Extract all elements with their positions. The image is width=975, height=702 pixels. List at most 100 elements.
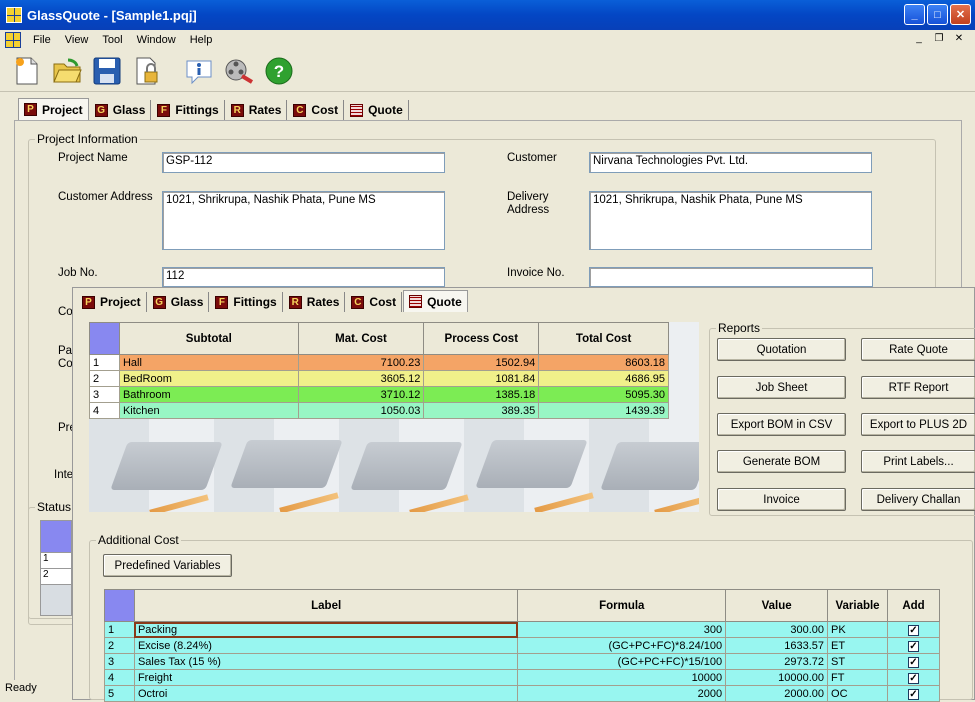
tab-letter-icon: R [288, 295, 302, 309]
label-cell[interactable]: Excise (8.24%) [133, 637, 519, 654]
customer-field[interactable]: Nirvana Technologies Pvt. Ltd. [589, 152, 872, 173]
add-checkbox[interactable]: ✓ [908, 656, 919, 668]
total-cost-cell: 4686.95 [538, 370, 669, 387]
document-icon[interactable] [5, 32, 21, 48]
project-name-field[interactable]: GSP-112 [162, 152, 445, 173]
formula-cell[interactable]: 2000 [517, 685, 727, 702]
table-row[interactable]: 4 Freight 10000 10000.00 FT ✓ [104, 669, 940, 686]
new-document-icon[interactable] [10, 54, 44, 88]
predefined-variables-button[interactable]: Predefined Variables [103, 554, 232, 577]
add-checkbox[interactable]: ✓ [908, 688, 919, 700]
column-header[interactable]: Variable [827, 589, 889, 622]
column-header[interactable]: Total Cost [538, 322, 669, 355]
print-labels-button[interactable]: Print Labels... [861, 450, 975, 473]
tab-rates[interactable]: R Rates [225, 100, 288, 120]
tab-fittings[interactable]: F Fittings [210, 292, 283, 312]
tab-quote[interactable]: Quote [403, 290, 468, 312]
table-row[interactable]: 3 Sales Tax (15 %) (GC+PC+FC)*15/100 297… [104, 653, 940, 670]
partial-label: Co [58, 358, 73, 370]
export-plus-2d-button[interactable]: Export to PLUS 2D [861, 413, 975, 436]
table-row[interactable]: 5 Octroi 2000 2000.00 OC ✓ [104, 685, 940, 702]
process-cost-cell: 1502.94 [423, 354, 540, 371]
invoice-button[interactable]: Invoice [717, 488, 846, 511]
status-grid[interactable]: 1 2 [40, 520, 72, 616]
label-cell[interactable]: Octroi [133, 685, 519, 702]
tab-glass[interactable]: G Glass [147, 292, 210, 312]
title-bar[interactable]: GlassQuote - [Sample1.pqj] _ □ ✕ [0, 0, 975, 30]
row-number: 2 [89, 370, 120, 387]
table-row[interactable]: 3 Bathroom 3710.12 1385.18 5095.30 [89, 386, 669, 403]
rtf-report-button[interactable]: RTF Report [861, 376, 975, 399]
quotation-button[interactable]: Quotation [717, 338, 846, 361]
tab-cost[interactable]: C Cost [288, 100, 345, 120]
variable-cell[interactable]: ST [827, 653, 889, 670]
job-no-field[interactable]: 112 [162, 267, 445, 287]
export-bom-csv-button[interactable]: Export BOM in CSV [717, 413, 846, 436]
maximize-button[interactable]: □ [927, 4, 948, 25]
label-cell[interactable]: Packing [133, 621, 519, 638]
label-cell[interactable]: Freight [133, 669, 519, 686]
formula-cell[interactable]: 300 [517, 621, 727, 638]
row-number: 1 [104, 621, 135, 638]
table-row[interactable]: 1 Hall 7100.23 1502.94 8603.18 [89, 354, 669, 371]
tab-project[interactable]: P Project [77, 292, 147, 312]
variable-cell[interactable]: PK [827, 621, 889, 638]
generate-bom-button[interactable]: Generate BOM [717, 450, 846, 473]
formula-cell[interactable]: 10000 [517, 669, 727, 686]
tab-glass[interactable]: G Glass [89, 100, 152, 120]
mdi-minimize-button[interactable]: _ [911, 32, 927, 46]
table-row[interactable]: 1 Packing 300 300.00 PK ✓ [104, 621, 940, 638]
tab-cost[interactable]: C Cost [346, 292, 403, 312]
variable-cell[interactable]: OC [827, 685, 889, 702]
quote-summary-table[interactable]: Subtotal Mat. Cost Process Cost Total Co… [89, 322, 669, 419]
menu-window[interactable]: Window [130, 34, 183, 46]
info-icon[interactable] [182, 54, 216, 88]
menu-view[interactable]: View [58, 34, 96, 46]
close-button[interactable]: ✕ [950, 4, 971, 25]
menu-file[interactable]: File [26, 34, 58, 46]
column-header[interactable]: Process Cost [423, 322, 540, 355]
save-disk-icon[interactable] [90, 54, 124, 88]
column-header[interactable]: Mat. Cost [297, 322, 425, 355]
job-sheet-button[interactable]: Job Sheet [717, 376, 846, 399]
value-cell: 1633.57 [725, 637, 829, 654]
tab-quote[interactable]: Quote [345, 100, 409, 120]
film-reel-icon[interactable] [222, 54, 256, 88]
variable-cell[interactable]: ET [827, 637, 889, 654]
help-icon[interactable]: ? [262, 54, 296, 88]
mat-cost-cell: 1050.03 [297, 402, 425, 419]
customer-address-field[interactable]: 1021, Shrikrupa, Nashik Phata, Pune MS [162, 191, 445, 250]
open-folder-icon[interactable] [50, 54, 84, 88]
menu-tool[interactable]: Tool [95, 34, 129, 46]
minimize-button[interactable]: _ [904, 4, 925, 25]
column-header[interactable]: Formula [517, 589, 727, 622]
delivery-challan-button[interactable]: Delivery Challan [861, 488, 975, 511]
mdi-restore-button[interactable]: ❐ [931, 32, 947, 46]
table-row[interactable]: 2 Excise (8.24%) (GC+PC+FC)*8.24/100 163… [104, 637, 940, 654]
column-header[interactable]: Add [887, 589, 940, 622]
label-cell[interactable]: Sales Tax (15 %) [133, 653, 519, 670]
formula-cell[interactable]: (GC+PC+FC)*8.24/100 [517, 637, 727, 654]
value-cell: 2000.00 [725, 685, 829, 702]
delivery-address-field[interactable]: 1021, Shrikrupa, Nashik Phata, Pune MS [589, 191, 872, 250]
menu-help[interactable]: Help [183, 34, 220, 46]
rate-quote-button[interactable]: Rate Quote [861, 338, 975, 361]
column-header[interactable]: Value [725, 589, 829, 622]
table-row[interactable]: 2 BedRoom 3605.12 1081.84 4686.95 [89, 370, 669, 387]
variable-cell[interactable]: FT [827, 669, 889, 686]
lock-file-icon[interactable] [130, 54, 164, 88]
tab-rates[interactable]: R Rates [283, 292, 346, 312]
tab-fittings[interactable]: F Fittings [152, 100, 225, 120]
column-header[interactable]: Subtotal [118, 322, 299, 355]
additional-cost-table[interactable]: Label Formula Value Variable Add 1 Packi… [104, 589, 940, 702]
add-checkbox[interactable]: ✓ [908, 672, 919, 684]
add-checkbox[interactable]: ✓ [908, 640, 919, 652]
invoice-no-field[interactable] [589, 267, 873, 287]
formula-cell[interactable]: (GC+PC+FC)*15/100 [517, 653, 727, 670]
tab-project[interactable]: P Project [18, 98, 89, 120]
mdi-close-button[interactable]: ✕ [951, 32, 967, 46]
status-text: Ready [5, 682, 37, 694]
table-row[interactable]: 4 Kitchen 1050.03 389.35 1439.39 [89, 402, 669, 419]
add-checkbox[interactable]: ✓ [908, 624, 919, 636]
column-header[interactable]: Label [133, 589, 519, 622]
